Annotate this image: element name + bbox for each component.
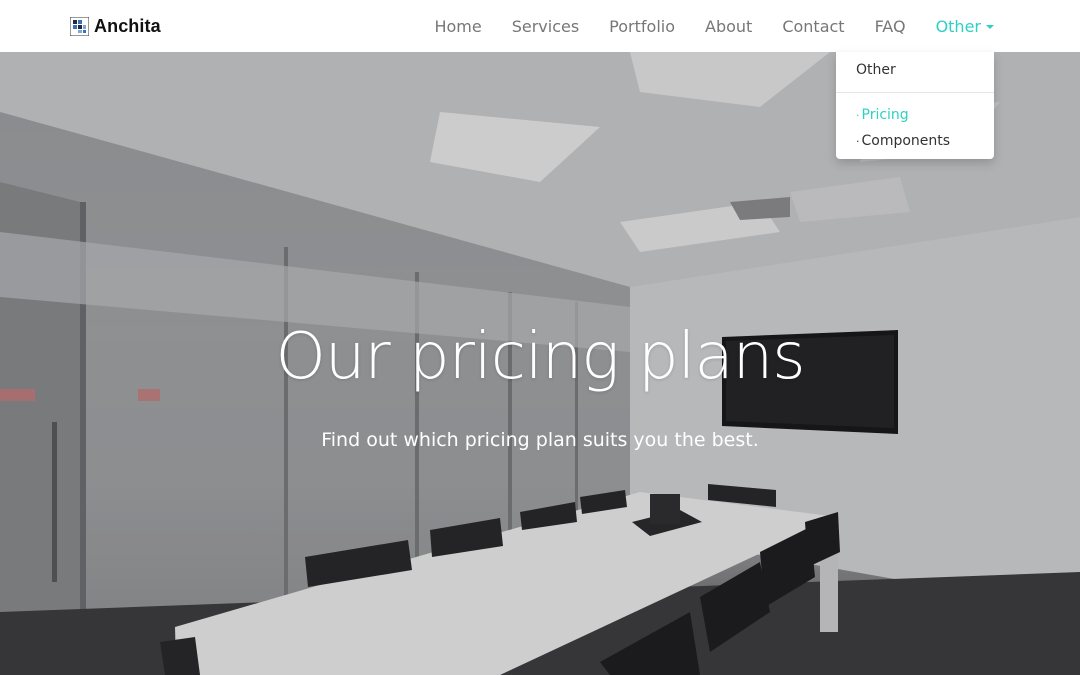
- nav-faq[interactable]: FAQ: [875, 17, 906, 36]
- nav-about[interactable]: About: [705, 17, 752, 36]
- nav-services[interactable]: Services: [512, 17, 579, 36]
- nav-portfolio[interactable]: Portfolio: [609, 17, 675, 36]
- bullet-icon: ·: [856, 109, 860, 122]
- caret-down-icon: [986, 25, 994, 29]
- nav-other-label: Other: [935, 16, 981, 36]
- dropdown-header: Other: [856, 62, 896, 78]
- other-dropdown-menu: Other · Pricing · Components: [836, 52, 994, 159]
- dropdown-item-label: Components: [861, 133, 951, 149]
- dropdown-item-components[interactable]: · Components: [856, 133, 950, 149]
- navbar: Anchita Home Services Portfolio About Co…: [0, 0, 1080, 52]
- pixel-logo-icon: [70, 16, 89, 36]
- dropdown-item-label: Pricing: [861, 107, 909, 123]
- dropdown-divider: [836, 92, 994, 93]
- bullet-icon: ·: [856, 135, 860, 148]
- hero-subtitle: Find out which pricing plan suits you th…: [321, 429, 759, 451]
- nav-home[interactable]: Home: [434, 17, 481, 36]
- hero-title: Our pricing plans: [275, 320, 805, 394]
- main-nav: Home Services Portfolio About Contact FA…: [434, 0, 994, 52]
- brand-name: Anchita: [94, 15, 161, 36]
- brand-link[interactable]: Anchita: [70, 15, 161, 37]
- nav-other-dropdown-toggle[interactable]: Other: [936, 17, 994, 36]
- nav-contact[interactable]: Contact: [782, 17, 844, 36]
- dropdown-item-pricing[interactable]: · Pricing: [856, 107, 909, 123]
